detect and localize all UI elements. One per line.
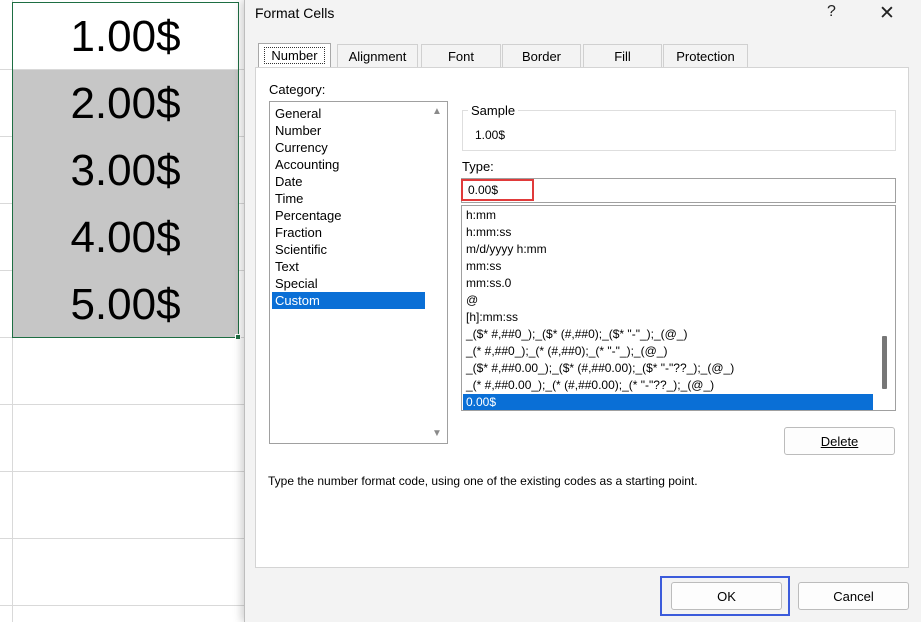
cell-selection-border [12,2,239,338]
scroll-thumb[interactable] [882,336,887,389]
spreadsheet: 1.00$ 2.00$ 3.00$ 4.00$ 5.00$ [0,0,246,622]
category-item[interactable]: Text [272,258,425,275]
format-item[interactable]: _($* #,##0.00_);_($* (#,##0.00);_($* "-"… [463,360,873,377]
tab-font[interactable]: Font [421,44,501,67]
category-item[interactable]: Fraction [272,224,425,241]
delete-button[interactable]: Delete [784,427,895,455]
tab-number[interactable]: Number [258,43,331,67]
sample-value: 1.00$ [475,128,506,142]
format-item[interactable]: _(* #,##0_);_(* (#,##0);_(* "-"_);_(@_) [463,343,873,360]
format-item[interactable]: m/d/yyyy h:mm [463,241,873,258]
format-item-selected[interactable]: 0.00$ [463,394,873,410]
help-icon[interactable]: ? [827,3,836,21]
type-label: Type: [462,159,494,174]
category-item[interactable]: Special [272,275,425,292]
hint-text: Type the number format code, using one o… [268,474,698,488]
category-item[interactable]: Currency [272,139,425,156]
category-item[interactable]: Date [272,173,425,190]
screen: 1.00$ 2.00$ 3.00$ 4.00$ 5.00$ Format Cel… [0,0,921,622]
scroll-down-icon[interactable]: ▼ [432,428,442,439]
delete-button-label: Delete [820,433,859,449]
category-item[interactable]: Number [272,122,425,139]
scroll-up-icon[interactable]: ▲ [432,106,442,117]
tab-fill[interactable]: Fill [583,44,662,67]
format-code-list[interactable]: h:mm h:mm:ss m/d/yyyy h:mm mm:ss mm:ss.0… [461,205,896,411]
category-label: Category: [269,82,326,97]
grid-row-line [0,471,246,472]
format-list-scrollbar[interactable] [874,207,894,409]
format-item[interactable]: [h]:mm:ss [463,309,873,326]
sample-label: Sample [468,103,519,118]
category-list[interactable]: General Number Currency Accounting Date … [269,101,448,444]
tab-alignment[interactable]: Alignment [337,44,418,67]
format-item[interactable]: _($* #,##0_);_($* (#,##0);_($* "-"_);_(@… [463,326,873,343]
close-icon[interactable]: ✕ [879,2,895,25]
cancel-button[interactable]: Cancel [798,582,909,610]
format-item[interactable]: _(* #,##0.00_);_(* (#,##0.00);_(* "-"??_… [463,377,873,394]
format-cells-dialog: Format Cells ? ✕ Number Alignment Font B… [244,0,921,622]
tab-number-label: Number [264,47,325,64]
ok-highlight-box [660,576,790,616]
grid-row-line [0,538,246,539]
tab-border[interactable]: Border [502,44,581,67]
format-item[interactable]: mm:ss [463,258,873,275]
type-highlight-box [461,179,534,201]
dialog-titlebar[interactable]: Format Cells ? ✕ [245,0,921,28]
dialog-title: Format Cells [255,5,335,21]
category-item[interactable]: Percentage [272,207,425,224]
format-item[interactable]: h:mm:ss [463,224,873,241]
format-item[interactable]: h:mm [463,207,873,224]
fill-handle[interactable] [235,334,241,340]
category-scrollbar[interactable]: ▲ ▼ [429,103,446,442]
category-item[interactable]: Scientific [272,241,425,258]
tab-protection[interactable]: Protection [663,44,748,67]
category-item[interactable]: General [272,105,425,122]
format-item[interactable]: @ [463,292,873,309]
format-item[interactable]: mm:ss.0 [463,275,873,292]
category-item[interactable]: Accounting [272,156,425,173]
grid-row-line [0,404,246,405]
category-item-custom[interactable]: Custom [272,292,425,309]
sample-group [462,110,896,151]
category-item[interactable]: Time [272,190,425,207]
grid-row-line [0,605,246,606]
